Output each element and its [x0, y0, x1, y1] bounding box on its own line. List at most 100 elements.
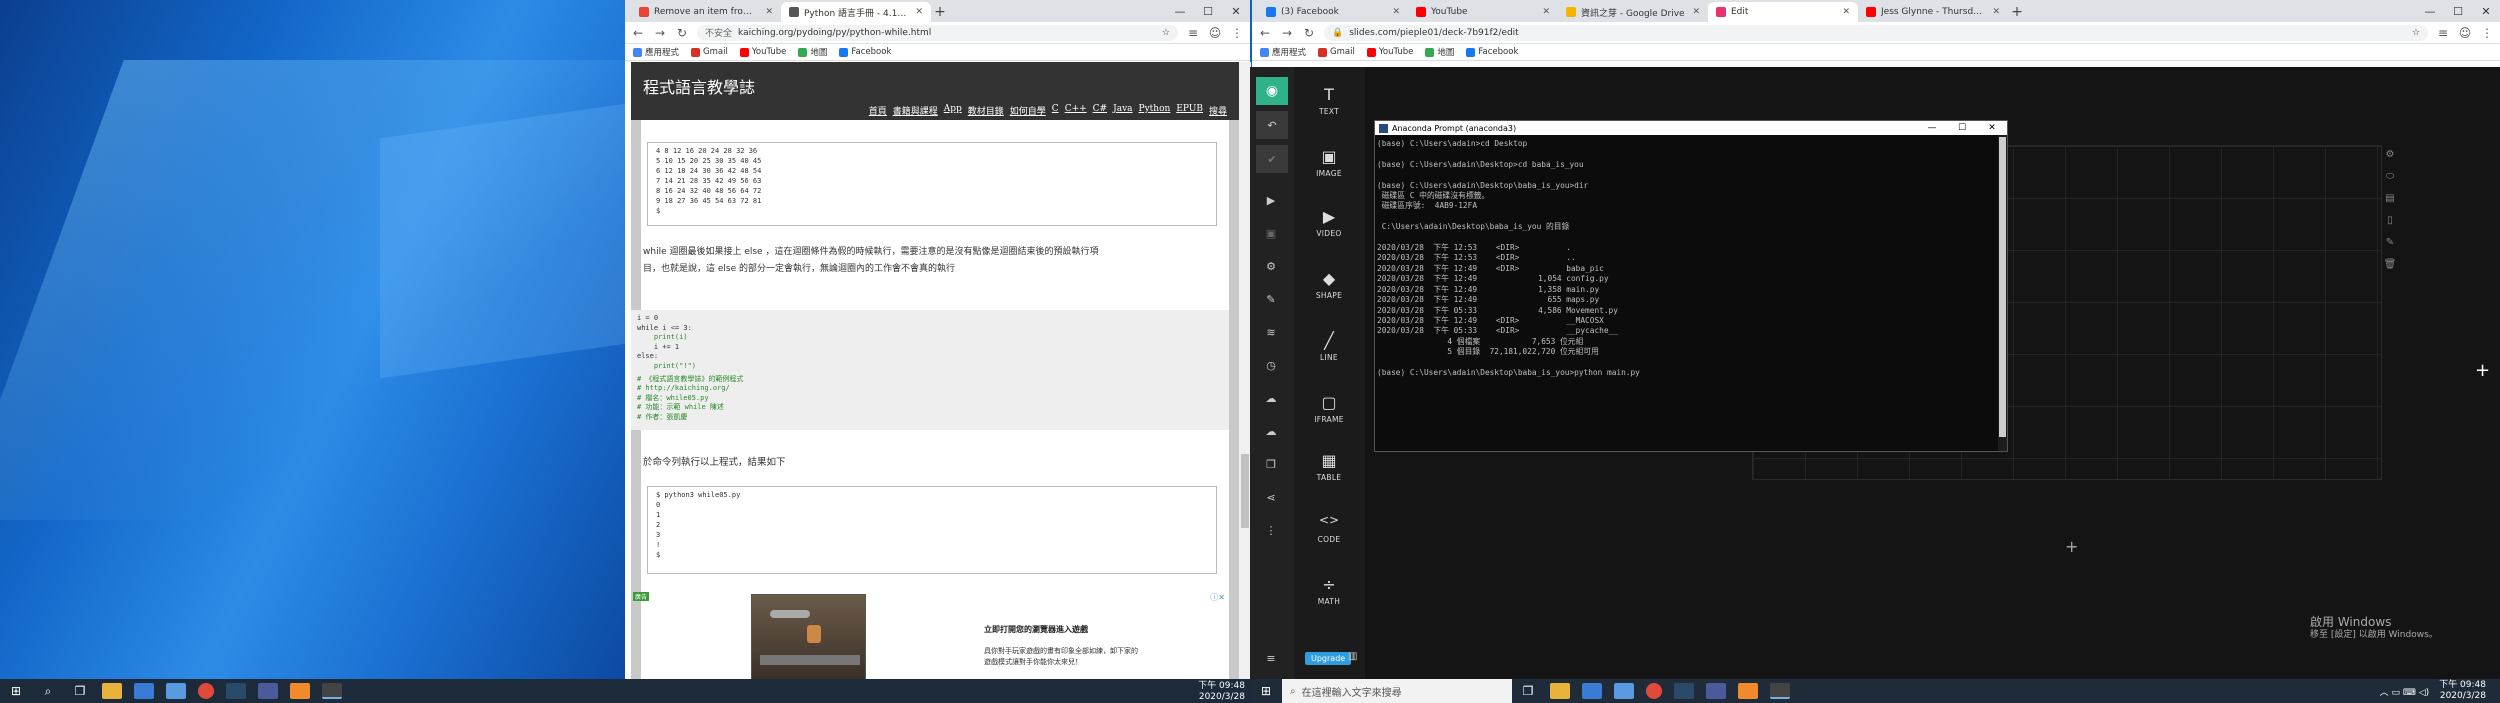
more-options-icon[interactable]: ⋮ — [1260, 519, 1282, 541]
minimize-icon[interactable]: — — [2416, 0, 2444, 22]
mail-icon[interactable] — [166, 683, 186, 699]
right-tab-music-video[interactable]: Jess Glynne - Thursday [Offi... ✕ — [1858, 2, 2008, 22]
tool-math[interactable]: ÷ MATH — [1294, 575, 1364, 606]
app-icon[interactable] — [1706, 683, 1726, 699]
preview-eye-button[interactable]: ◉ — [1256, 77, 1288, 105]
security-indicator[interactable]: 不安全 — [705, 26, 732, 39]
save-check-button[interactable]: ✔ — [1256, 145, 1288, 173]
console-scroll-thumb[interactable] — [1999, 137, 2006, 437]
bookmark-star-icon[interactable]: ☆ — [1162, 28, 1170, 38]
console-scrollbar[interactable] — [1998, 135, 2007, 451]
store-icon[interactable] — [1582, 683, 1602, 699]
close-window-icon[interactable]: ✕ — [1222, 0, 1250, 22]
delete-trash-icon[interactable]: 🗑 — [2380, 259, 2400, 281]
tool-shape[interactable]: ◆ SHAPE — [1294, 269, 1364, 300]
bookmark-facebook[interactable]: Facebook — [1466, 47, 1518, 57]
nav-books[interactable]: 書籍與課程 — [893, 104, 938, 117]
tool-table[interactable]: ▦ TABLE — [1294, 451, 1364, 482]
bookmark-youtube[interactable]: YouTube — [739, 47, 786, 57]
tool-iframe[interactable]: ▢ IFRAME — [1294, 393, 1364, 424]
search-icon[interactable]: ⌕ — [37, 682, 59, 700]
close-tab-icon[interactable]: ✕ — [765, 7, 773, 17]
task-view-icon[interactable]: ❐ — [1517, 682, 1539, 700]
close-tab-icon[interactable]: ✕ — [915, 7, 923, 17]
bookmark-gmail[interactable]: Gmail — [1318, 47, 1355, 57]
bookmark-apps[interactable]: 應用程式 — [633, 46, 679, 58]
close-tab-icon[interactable]: ✕ — [1542, 7, 1550, 17]
slide-settings-gear-icon[interactable]: ⚙ — [2380, 149, 2400, 171]
toggle-switch-icon[interactable]: ⬭ — [2380, 171, 2400, 193]
maximize-icon[interactable]: ☐ — [1947, 121, 1977, 135]
profile-avatar[interactable]: ☺ — [1208, 26, 1222, 40]
mail-icon[interactable] — [1614, 683, 1634, 699]
maximize-icon[interactable]: ☐ — [2444, 0, 2472, 22]
pen-icon[interactable]: ✎ — [2380, 237, 2400, 259]
close-tab-icon[interactable]: ✕ — [1392, 7, 1400, 17]
new-tab-button[interactable]: + — [931, 2, 949, 22]
undo-button[interactable]: ↶ — [1256, 111, 1288, 139]
right-tab-drive[interactable]: 資訊之芽 - Google Drive ✕ — [1558, 2, 1708, 22]
chrome-icon[interactable] — [198, 683, 214, 699]
layers-icon[interactable]: ≋ — [1260, 321, 1282, 343]
lock-icon[interactable]: 🔒 — [1332, 28, 1343, 38]
present-play-icon[interactable]: ▶ — [1260, 189, 1282, 211]
extension-icon[interactable]: ≡ — [1186, 26, 1200, 40]
sublime-icon[interactable] — [1738, 683, 1758, 699]
tool-line[interactable]: ╱ LINE — [1294, 331, 1364, 362]
share-icon[interactable]: ⋖ — [1260, 486, 1282, 508]
right-tab-facebook[interactable]: (3) Facebook ✕ — [1258, 2, 1408, 22]
left-tab-0[interactable]: Remove an item from a list in ... ✕ — [631, 2, 781, 22]
site-title[interactable]: 程式語言教學誌 — [643, 74, 755, 98]
book-icon[interactable]: ▯ — [2380, 215, 2400, 237]
close-window-icon[interactable]: ✕ — [2472, 0, 2500, 22]
chrome-icon[interactable] — [1646, 683, 1662, 699]
extension-icon[interactable]: ≡ — [2436, 26, 2450, 40]
add-slide-below-icon[interactable]: + — [2065, 537, 2078, 556]
nav-home[interactable]: 首頁 — [869, 104, 887, 117]
bookmark-youtube[interactable]: YouTube — [1366, 47, 1413, 57]
left-tab-1[interactable]: Python 語言手冊 - 4.12 迴圈與無... ✕ — [781, 2, 931, 22]
back-icon[interactable]: ← — [1258, 26, 1272, 40]
cloud-upload-icon[interactable]: ☁ — [1260, 387, 1282, 409]
sublime-icon[interactable] — [290, 683, 310, 699]
windows-start-icon[interactable]: ⊞ — [1255, 682, 1277, 700]
nav-csharp[interactable]: C# — [1093, 104, 1107, 117]
nav-python[interactable]: Python — [1139, 104, 1171, 117]
reload-icon[interactable]: ↻ — [1302, 26, 1316, 40]
steam-icon[interactable] — [1674, 683, 1694, 699]
terminal-taskbar-icon[interactable] — [322, 683, 342, 699]
add-slide-right-icon[interactable]: + — [2475, 360, 2490, 381]
settings-gear-icon[interactable]: ⚙ — [1260, 255, 1282, 277]
left-page-scroll-thumb[interactable] — [1241, 454, 1249, 528]
app-icon[interactable] — [258, 683, 278, 699]
nav-contents[interactable]: 教材目錄 — [968, 104, 1004, 117]
cloud-download-icon[interactable]: ☁ — [1260, 420, 1282, 442]
nav-cpp[interactable]: C++ — [1065, 104, 1087, 117]
close-window-icon[interactable]: ✕ — [1977, 121, 2007, 135]
nav-search[interactable]: 搜尋 — [1209, 104, 1227, 117]
right-tab-youtube[interactable]: YouTube ✕ — [1408, 2, 1558, 22]
bookmark-maps[interactable]: 地圖 — [798, 46, 827, 58]
nav-app[interactable]: App — [944, 104, 962, 117]
history-clock-icon[interactable]: ◷ — [1260, 354, 1282, 376]
reload-icon[interactable]: ↻ — [675, 26, 689, 40]
task-view-icon[interactable]: ❐ — [69, 682, 91, 700]
bookmark-apps[interactable]: 應用程式 — [1260, 46, 1306, 58]
console-output[interactable]: (base) C:\Users\adain>cd Desktop (base) … — [1375, 135, 1998, 451]
terminal-taskbar-icon[interactable] — [1770, 683, 1790, 699]
windows-start-icon[interactable]: ⊞ — [5, 682, 27, 700]
console-titlebar[interactable]: Anaconda Prompt (anaconda3) — ☐ ✕ — [1375, 121, 2007, 135]
forward-icon[interactable]: → — [653, 26, 667, 40]
anaconda-prompt-window[interactable]: Anaconda Prompt (anaconda3) — ☐ ✕ (base)… — [1374, 120, 2008, 452]
address-bar[interactable]: 🔒 slides.com/pieple01/deck-7b91f2/edit ☆ — [1324, 24, 2428, 41]
system-tray-icons[interactable]: ︿ ▭ ⌨ ◁) — [2380, 685, 2430, 698]
steam-icon[interactable] — [226, 683, 246, 699]
address-bar[interactable]: 不安全 kaiching.org/pydoing/py/python-while… — [697, 24, 1178, 41]
nav-java[interactable]: Java — [1113, 104, 1132, 117]
tool-video[interactable]: ▶ VIDEO — [1294, 207, 1364, 238]
tool-code[interactable]: <> CODE — [1294, 513, 1364, 544]
duplicate-icon[interactable]: ❐ — [1260, 453, 1282, 475]
menu-icon[interactable]: ⋮ — [2480, 26, 2494, 40]
tool-text[interactable]: T TEXT — [1294, 85, 1364, 116]
forward-icon[interactable]: → — [1280, 26, 1294, 40]
